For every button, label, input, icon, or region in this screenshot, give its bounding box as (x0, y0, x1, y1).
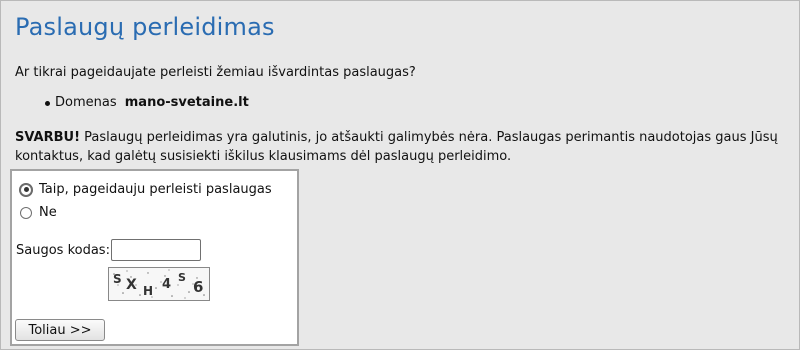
option-no-label: Ne (39, 205, 57, 220)
service-type-label: Domenas (55, 95, 117, 110)
service-list: Domenas mano-svetaine.lt (45, 95, 249, 110)
option-yes-label: Taip, pageidauju perleisti paslaugas (39, 182, 272, 197)
captcha-char: S (113, 272, 122, 286)
captcha-input[interactable] (111, 239, 201, 261)
page-frame: Paslaugų perleidimas Ar tikrai pageidauj… (0, 0, 800, 350)
captcha-label: Saugos kodas: (16, 243, 110, 258)
captcha-char: 6 (193, 278, 203, 296)
continue-button[interactable]: Toliau >> (15, 319, 105, 341)
captcha-char: H (143, 284, 153, 298)
confirmation-question: Ar tikrai pageidaujate perleisti žemiau … (15, 65, 416, 80)
captcha-char: S (178, 271, 186, 284)
list-item: Domenas mano-svetaine.lt (45, 95, 249, 110)
transfer-form: Taip, pageidauju perleisti paslaugas Ne … (10, 169, 299, 346)
warning-text: SVARBU! Paslaugų perleidimas yra galutin… (15, 128, 790, 166)
service-name: mano-svetaine.lt (124, 95, 249, 110)
warning-body: Paslaugų perleidimas yra galutinis, jo a… (15, 130, 778, 164)
radio-no[interactable] (20, 206, 32, 219)
page-title: Paslaugų perleidimas (15, 13, 275, 41)
captcha-char: 4 (162, 277, 171, 292)
warning-label: SVARBU! (15, 130, 81, 145)
radio-yes[interactable] (20, 183, 32, 196)
radio-dot (23, 187, 29, 192)
option-no[interactable]: Ne (20, 205, 57, 220)
captcha-graphic: S X H 4 S 6 (113, 269, 205, 299)
captcha-char: X (126, 277, 137, 293)
option-yes[interactable]: Taip, pageidauju perleisti paslaugas (20, 182, 272, 197)
captcha-image: S X H 4 S 6 (108, 267, 210, 301)
